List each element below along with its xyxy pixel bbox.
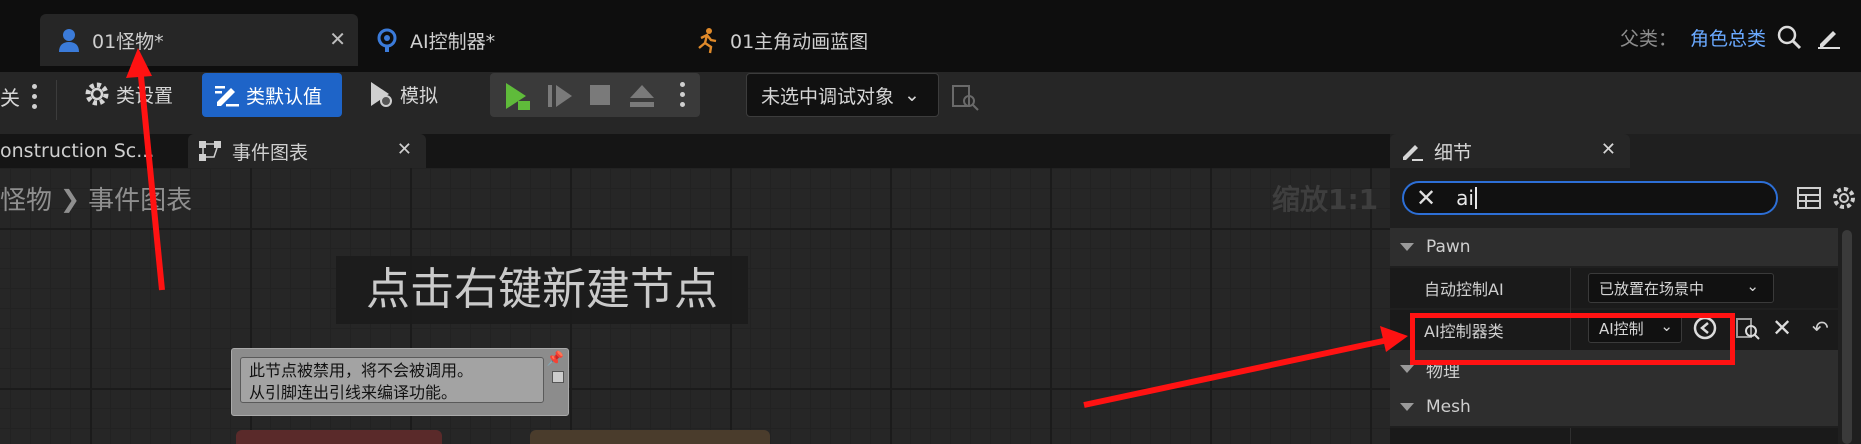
property-row-partial — [1390, 428, 1838, 444]
collapse-icon[interactable] — [552, 371, 564, 383]
settings-gear-icon[interactable] — [1830, 184, 1858, 212]
graph-hint-text: 点击右键新建节点 — [336, 256, 748, 324]
reset-to-default-icon[interactable]: ↶ — [1812, 316, 1829, 340]
tab-label: onstruction Sc... — [0, 140, 155, 162]
tab-monster[interactable]: 01怪物* ✕ — [40, 14, 358, 66]
eject-icon[interactable] — [628, 83, 656, 109]
play-controls — [490, 73, 700, 117]
debug-find-icon[interactable] — [950, 82, 980, 112]
parent-event-node[interactable] — [530, 430, 770, 444]
text-cursor — [1474, 187, 1477, 209]
pin-icon[interactable]: 📌 — [547, 351, 564, 367]
simulate-icon — [371, 82, 392, 107]
close-tab-icon[interactable]: ✕ — [329, 27, 346, 51]
details-pencil-icon — [1403, 145, 1423, 161]
ai-controller-icon — [377, 28, 397, 52]
tab-construction-script[interactable]: onstruction Sc... — [0, 134, 180, 168]
clear-value-icon[interactable]: ✕ — [1772, 314, 1792, 342]
details-scrollbar[interactable] — [1842, 230, 1852, 444]
tab-label: AI控制器* — [410, 30, 496, 53]
details-tab[interactable]: 细节 ✕ — [1390, 134, 1630, 168]
details-title: 细节 — [1434, 141, 1473, 164]
comment-line: 从引脚连出引线来编译功能。 — [249, 383, 458, 402]
debug-object-value: 未选中调试对象 — [761, 85, 895, 108]
parent-class-label: 父类： — [1620, 28, 1678, 50]
search-value: ai — [1456, 186, 1474, 210]
select-value: 已放置在场景中 — [1599, 279, 1705, 298]
pencil-icon[interactable] — [1816, 24, 1842, 50]
class-defaults-label: 类默认值 — [246, 85, 323, 108]
column-divider — [1570, 428, 1571, 444]
breadcrumb-current: 事件图表 — [88, 186, 193, 216]
expand-arrow-icon — [1400, 243, 1414, 251]
chevron-down-icon: ⌄ — [904, 84, 920, 106]
browse-asset-icon[interactable] — [1734, 315, 1760, 341]
tab-label: 事件图表 — [232, 141, 309, 164]
class-defaults-icon — [215, 86, 239, 107]
breadcrumb-parent[interactable]: 怪物 — [0, 180, 52, 217]
character-icon — [59, 29, 79, 52]
simulate-label: 模拟 — [400, 84, 439, 107]
toolbar-divider — [56, 80, 57, 120]
clear-search-icon[interactable]: ✕ — [1416, 184, 1436, 212]
step-icon[interactable] — [546, 83, 574, 109]
stop-icon[interactable] — [590, 85, 610, 105]
tab-label: 01怪物* — [92, 30, 164, 53]
category-pawn[interactable]: Pawn — [1390, 228, 1838, 266]
disabled-node-comment: 此节点被禁用，将不会被调用。 从引脚连出引线来编译功能。 📌 — [231, 348, 569, 416]
class-settings-label: 类设置 — [116, 84, 174, 107]
class-settings-button[interactable]: 类设置 — [72, 72, 183, 116]
close-tab-icon[interactable]: ✕ — [397, 139, 412, 160]
breadcrumb: 怪物 ❯ 事件图表 — [0, 180, 192, 217]
event-graph-icon — [199, 141, 221, 161]
expand-arrow-icon — [1400, 403, 1414, 411]
expand-arrow-icon — [1400, 365, 1414, 373]
search-icon[interactable] — [1776, 24, 1802, 50]
comment-text: 此节点被禁用，将不会被调用。 从引脚连出引线来编译功能。 — [240, 357, 544, 403]
running-figure-icon — [698, 28, 717, 54]
tab-event-graph[interactable]: 事件图表 ✕ — [188, 134, 426, 168]
category-mesh[interactable]: Mesh — [1390, 388, 1838, 426]
category-label: Pawn — [1426, 237, 1471, 257]
debug-object-select[interactable]: 未选中调试对象 ⌄ — [746, 73, 939, 117]
comment-line: 此节点被禁用，将不会被调用。 — [249, 361, 474, 380]
tab-ai-controller[interactable]: AI控制器* — [360, 14, 650, 66]
class-defaults-button[interactable]: 类默认值 — [202, 73, 342, 117]
zoom-level: 缩放1:1 — [1272, 183, 1379, 216]
auto-possess-ai-select[interactable]: 已放置在场景中 ⌄ — [1588, 273, 1774, 303]
tab-label: 01主角动画蓝图 — [730, 30, 869, 53]
tab-anim-blueprint[interactable]: 01主角动画蓝图 — [680, 14, 980, 66]
annotation-highlight-box — [1410, 313, 1735, 365]
table-view-icon[interactable] — [1796, 186, 1822, 210]
toolbar-more-icon[interactable] — [32, 84, 38, 110]
gear-icon — [85, 82, 109, 106]
event-node[interactable] — [236, 430, 442, 444]
close-tab-icon[interactable]: ✕ — [1601, 139, 1616, 160]
play-icon[interactable] — [502, 81, 532, 111]
details-search-input[interactable]: ✕ ai — [1402, 181, 1778, 215]
simulate-button[interactable]: 模拟 — [356, 72, 448, 116]
property-name: 自动控制AI — [1424, 280, 1504, 299]
chevron-down-icon: ⌄ — [1746, 277, 1759, 295]
chevron-right-icon: ❯ — [60, 184, 81, 213]
play-options-icon[interactable] — [680, 82, 686, 108]
category-label: Mesh — [1426, 397, 1471, 417]
toolbar-clipped-label: 关 — [0, 86, 20, 110]
parent-class-link[interactable]: 角色总类 — [1690, 24, 1766, 51]
